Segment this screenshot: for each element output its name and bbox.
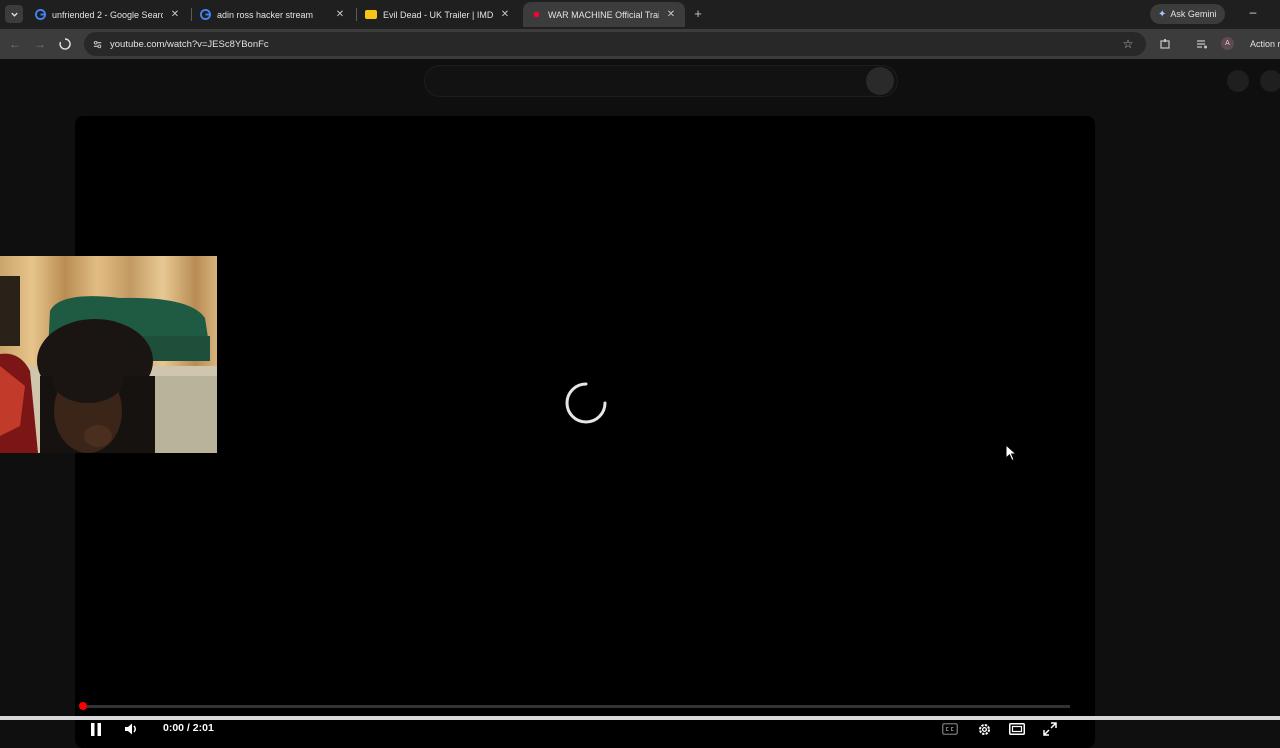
loading-spinner-icon: [565, 382, 607, 424]
tab-search-button[interactable]: [5, 5, 23, 23]
stop-loading-icon[interactable]: [56, 35, 74, 53]
gear-icon: [978, 723, 990, 735]
tab-strip: unfriended 2 - Google Search ✕ adin ross…: [0, 0, 1280, 29]
minimize-icon[interactable]: –: [1247, 5, 1259, 21]
fullscreen-icon: [1043, 722, 1057, 736]
browser-toolbar: ← → youtube.com/watch?v=JESc8YBonFc ☆: [0, 29, 1280, 59]
tab-evil-dead-imdb[interactable]: Evil Dead - UK Trailer | IMDb ✕: [357, 2, 519, 27]
tab-close-icon[interactable]: ✕: [665, 9, 677, 20]
forward-arrow-icon[interactable]: →: [31, 35, 49, 53]
tab-close-icon[interactable]: ✕: [334, 9, 346, 20]
tab-war-machine-trailer[interactable]: WAR MACHINE Official Trailer ( ✕: [523, 2, 685, 27]
ask-gemini-button[interactable]: ✦ Ask Gemini: [1150, 4, 1226, 24]
progress-scrubber[interactable]: [79, 702, 87, 710]
notifications-placeholder-icon[interactable]: [1227, 70, 1249, 92]
tab-title: Evil Dead - UK Trailer | IMDb: [383, 9, 493, 20]
pause-icon: [91, 722, 101, 736]
webcam-image: [0, 256, 217, 453]
new-tab-button[interactable]: +: [691, 6, 705, 22]
progress-bar[interactable]: [82, 705, 1070, 708]
tab-close-icon[interactable]: ✕: [499, 9, 511, 20]
account-placeholder-icon[interactable]: [1260, 70, 1280, 92]
theater-mode-icon: [1009, 723, 1025, 735]
video-player[interactable]: 0:00 / 2:01: [75, 116, 1095, 748]
closed-captions-icon: [942, 723, 958, 735]
action-label[interactable]: Action r: [1250, 39, 1280, 49]
youtube-search-input[interactable]: [424, 65, 898, 97]
profile-avatar[interactable]: A: [1221, 37, 1234, 50]
bookmark-star-icon[interactable]: ☆: [1120, 36, 1136, 52]
volume-icon: [124, 723, 136, 735]
tab-unfriended-search[interactable]: unfriended 2 - Google Search ✕: [27, 2, 189, 27]
tab-adin-ross[interactable]: adin ross hacker stream ✕: [192, 2, 354, 27]
media-controls-icon[interactable]: [1193, 35, 1211, 53]
tab-title: WAR MACHINE Official Trailer (: [548, 9, 659, 20]
chevron-down-icon: [10, 12, 18, 17]
taskbar-edge: [0, 716, 1280, 720]
youtube-icon: [531, 9, 542, 20]
mouse-cursor-icon: [1005, 444, 1017, 462]
tab-close-icon[interactable]: ✕: [169, 9, 181, 20]
webcam-overlay: [0, 256, 217, 453]
tab-title: unfriended 2 - Google Search: [52, 9, 163, 20]
google-icon: [200, 9, 211, 20]
imdb-icon: [365, 10, 377, 19]
tab-title: adin ross hacker stream: [217, 9, 314, 20]
ask-gemini-label: Ask Gemini: [1170, 9, 1217, 19]
back-arrow-icon[interactable]: ←: [6, 35, 24, 53]
site-info-icon[interactable]: [90, 37, 104, 51]
address-bar[interactable]: youtube.com/watch?v=JESc8YBonFc ☆: [84, 32, 1146, 56]
address-url: youtube.com/watch?v=JESc8YBonFc: [110, 38, 269, 50]
time-display: 0:00 / 2:01: [163, 722, 214, 734]
google-icon: [35, 9, 46, 20]
extensions-puzzle-icon[interactable]: [1156, 35, 1174, 53]
youtube-search-button[interactable]: [866, 67, 894, 95]
gemini-sparkle-icon: ✦: [1158, 8, 1167, 20]
